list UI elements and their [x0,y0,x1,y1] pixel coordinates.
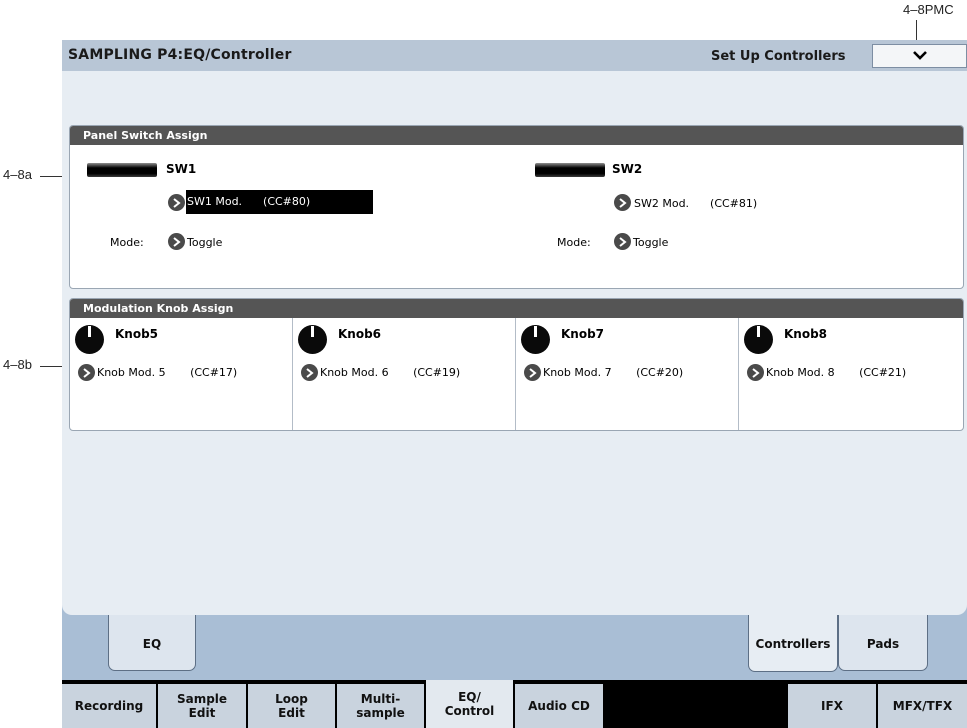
knob7-label: Knob7 [561,327,605,341]
panel-switch-assign-header: Panel Switch Assign [70,126,963,145]
knob5-knob-icon[interactable] [75,325,104,354]
sampling-screen: SAMPLING P4:EQ/Controller Set Up Control… [62,40,967,728]
knob5-assign-popup-button[interactable] [78,364,95,381]
chevron-right-icon [173,198,181,208]
tab-eq[interactable]: EQ [108,615,196,671]
tab-pads[interactable]: Pads [838,615,928,671]
knob8-label: Knob8 [784,327,828,341]
page-menu-button[interactable] [872,44,967,68]
callout-4-8a: 4–8a [3,167,32,182]
sw2-mode-label: Mode: [557,236,591,249]
panel-switch-assign: Panel Switch Assign SW1 SW1 Mod. (CC#80)… [69,125,964,289]
knob5-assign-value[interactable]: Knob Mod. 5 (CC#17) [97,366,237,379]
panel-modulation-knob-assign: Modulation Knob Assign Knob5 Knob Mod. 5… [69,298,964,431]
page-tab-multisample[interactable]: Multi- sample [337,684,425,728]
page-tab-ifx[interactable]: IFX [788,684,877,728]
callout-4-8pmc: 4–8PMC [903,2,954,17]
callout-4-8b: 4–8b [3,357,32,372]
page-tab-eq-control[interactable]: EQ/ Control [426,680,514,728]
knob8-cell: Knob8 Knob Mod. 8 (CC#21) [739,318,963,430]
page-menu-label: Set Up Controllers [711,49,846,64]
sw2-mode-popup-button[interactable] [614,233,631,250]
knob5-label: Knob5 [115,327,159,341]
tab-controllers[interactable]: Controllers [748,615,838,672]
sw1-assign-popup-button[interactable] [168,194,185,211]
subpage-tab-bar: EQ Controllers Pads [62,615,967,680]
chevron-right-icon [83,368,91,378]
knob5-cell: Knob5 Knob Mod. 5 (CC#17) [70,318,293,430]
knob8-assign-popup-button[interactable] [747,364,764,381]
page-tab-empty [605,684,787,728]
chevron-right-icon [619,198,627,208]
page-tab-mfx-tfx[interactable]: MFX/TFX [878,684,967,728]
knob6-label: Knob6 [338,327,382,341]
knob6-assign-popup-button[interactable] [301,364,318,381]
knob8-assign-value[interactable]: Knob Mod. 8 (CC#21) [766,366,906,379]
knob6-assign-value[interactable]: Knob Mod. 6 (CC#19) [320,366,460,379]
chevron-right-icon [306,368,314,378]
sw1-mode-popup-button[interactable] [168,233,185,250]
knob7-cell: Knob7 Knob Mod. 7 (CC#20) [516,318,739,430]
page-tab-audio-cd[interactable]: Audio CD [515,684,604,728]
sw2-mode-value[interactable]: Toggle [633,236,668,249]
page-tab-bar: Recording Sample Edit Loop Edit Multi- s… [62,680,967,728]
sw1-label: SW1 [166,162,197,176]
page-tab-recording[interactable]: Recording [62,684,157,728]
chevron-right-icon [173,237,181,247]
page-title: SAMPLING P4:EQ/Controller [68,47,292,63]
chevron-right-icon [752,368,760,378]
page-tab-sample-edit[interactable]: Sample Edit [158,684,247,728]
sw1-assign-value[interactable]: SW1 Mod. (CC#80) [186,190,373,214]
sw2-label: SW2 [612,162,643,176]
chevron-right-icon [529,368,537,378]
knob6-cell: Knob6 Knob Mod. 6 (CC#19) [293,318,516,430]
sw2-assign-popup-button[interactable] [614,194,631,211]
knob8-knob-icon[interactable] [744,325,773,354]
sw1-mode-label: Mode: [110,236,144,249]
chevron-right-icon [619,237,627,247]
sw1-indicator [87,163,157,177]
title-bar: SAMPLING P4:EQ/Controller Set Up Control… [62,40,967,71]
knob7-knob-icon[interactable] [521,325,550,354]
knob6-knob-icon[interactable] [298,325,327,354]
sw2-assign-value[interactable]: SW2 Mod. (CC#81) [634,197,757,210]
content-area: Panel Switch Assign SW1 SW1 Mod. (CC#80)… [62,71,967,615]
chevron-down-icon [913,51,927,60]
sw2-indicator [535,163,605,177]
knob7-assign-value[interactable]: Knob Mod. 7 (CC#20) [543,366,683,379]
panel-modulation-knob-header: Modulation Knob Assign [70,299,963,318]
sw1-mode-value[interactable]: Toggle [187,236,222,249]
knob7-assign-popup-button[interactable] [524,364,541,381]
page-tab-loop-edit[interactable]: Loop Edit [248,684,336,728]
